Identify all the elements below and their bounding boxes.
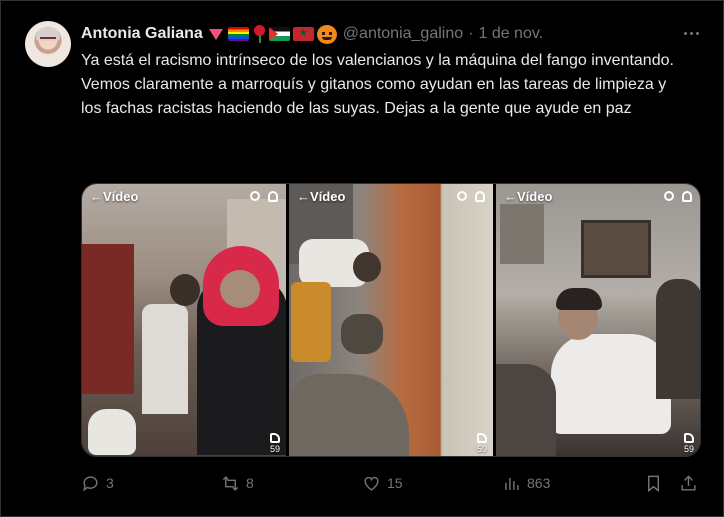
video-thumbnail-2[interactable]: ←Vídeo 59 [289, 184, 493, 456]
debris-pile [341, 314, 383, 354]
search-icon [664, 190, 674, 201]
video-like-count: 59 [269, 433, 280, 454]
video-label: ←Vídeo [504, 188, 553, 204]
repost-icon [222, 475, 239, 491]
palestine-flag-icon [268, 27, 290, 41]
bookmark-button[interactable] [644, 471, 663, 495]
search-icon [250, 190, 260, 201]
person-background [656, 279, 700, 399]
morocco-flag-icon [292, 27, 314, 41]
blurred-face [220, 270, 260, 308]
reply-icon [83, 475, 98, 492]
like-count: 15 [387, 475, 403, 491]
video-label: ←Vídeo [90, 188, 139, 204]
share-button[interactable] [679, 471, 698, 495]
avatar-glasses [40, 37, 56, 42]
tweet-card[interactable]: Antonia Galiana @antonia_galino · 1 de n… [0, 0, 724, 517]
analytics-icon [505, 477, 519, 490]
share-icon [681, 474, 696, 491]
video-top-bar: ←Vídeo [496, 184, 700, 208]
rainbow-flag-icon [227, 27, 249, 41]
window [581, 220, 651, 278]
views-button[interactable]: 863 [502, 471, 550, 495]
more-options-icon[interactable] [681, 23, 701, 43]
rose-icon [252, 25, 266, 43]
heart-outline-icon [364, 476, 379, 491]
name-emoji-row [208, 24, 337, 44]
video-top-bar: ←Vídeo [289, 184, 493, 208]
video-like-count: 59 [476, 433, 487, 454]
display-name[interactable]: Antonia Galiana [81, 25, 203, 43]
user-icon [268, 190, 278, 202]
video-top-bar: ←Vídeo [82, 184, 286, 208]
reply-count: 3 [106, 475, 114, 491]
thumbs-up-icon [269, 433, 280, 443]
avatar[interactable] [25, 21, 71, 67]
view-count: 863 [527, 475, 551, 491]
video-thumbnail-1[interactable]: ←Vídeo 59 [82, 184, 286, 456]
video-thumbnail-3[interactable]: ←Vídeo 59 [496, 184, 700, 456]
thumbs-up-icon [683, 433, 694, 443]
video-like-count: 59 [683, 433, 694, 454]
tweet-date[interactable]: 1 de nov. [478, 25, 543, 43]
heart-icon [208, 28, 223, 40]
red-vehicle [82, 244, 134, 394]
user-icon [475, 190, 485, 202]
jack-o-lantern-icon [316, 24, 337, 44]
reply-button[interactable]: 3 [81, 471, 114, 495]
thumbs-up-icon [476, 433, 487, 443]
tweet-header: Antonia Galiana @antonia_galino · 1 de n… [81, 22, 543, 46]
person-orange-trousers [291, 282, 331, 362]
person-white-sweater [551, 334, 671, 434]
separator-dot: · [468, 25, 474, 42]
repost-button[interactable]: 8 [221, 471, 254, 495]
plastic-bag [88, 409, 136, 455]
tweet-text: Ya está el racismo intrínseco de los val… [81, 52, 674, 117]
user-icon [682, 190, 692, 202]
user-handle[interactable]: @antonia_galino [343, 25, 463, 43]
video-label: ←Vídeo [297, 188, 346, 204]
person-white-shirt [142, 304, 188, 414]
person-foreground [496, 364, 556, 456]
shelf [500, 204, 544, 264]
repost-count: 8 [246, 475, 254, 491]
media-grid[interactable]: ←Vídeo 59 ←Vídeo 59 ←Vídeo 59 [81, 183, 701, 457]
mud-debris [289, 374, 409, 456]
hair [556, 288, 602, 310]
tweet-actions: 3 8 15 863 [81, 471, 701, 495]
like-button[interactable]: 15 [362, 471, 403, 495]
person-head [170, 274, 200, 306]
bookmark-icon [648, 475, 659, 492]
search-icon [457, 190, 467, 201]
blurred-face [353, 252, 381, 282]
